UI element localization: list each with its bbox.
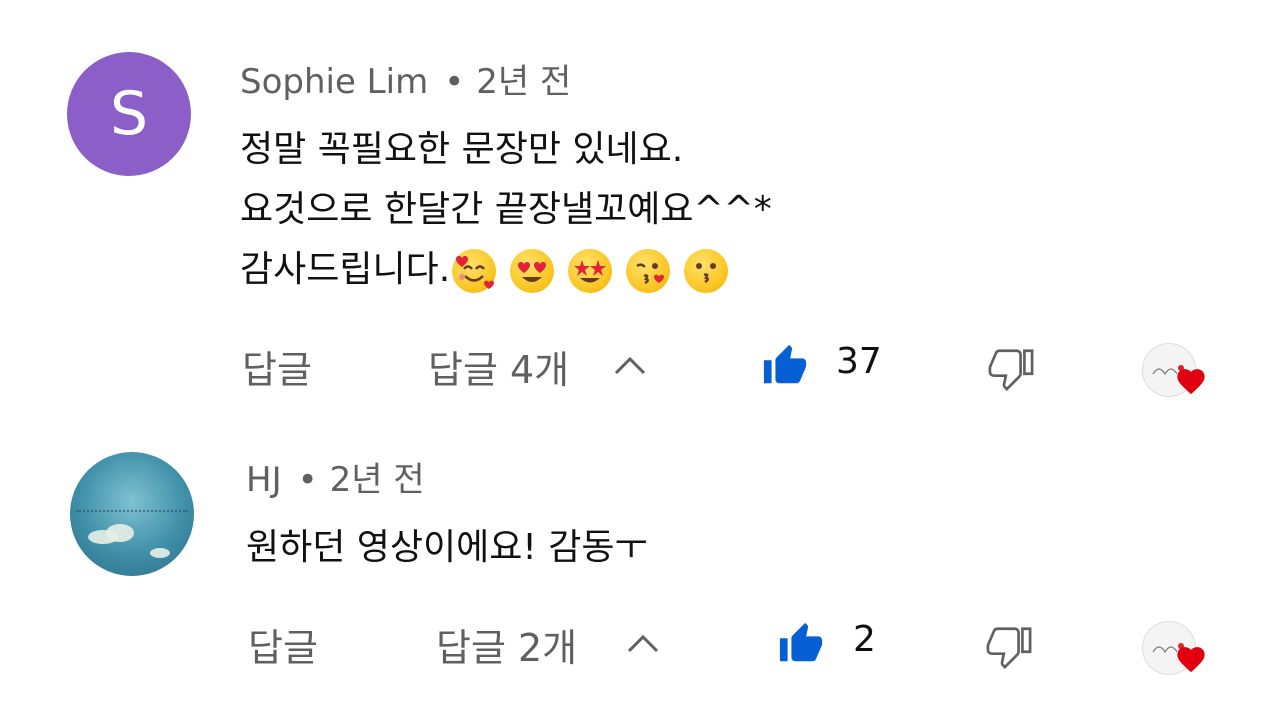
thumbs-down-icon[interactable] bbox=[988, 345, 1034, 395]
thumbs-up-icon[interactable] bbox=[762, 343, 808, 393]
timestamp[interactable]: 2년 전 bbox=[330, 460, 425, 500]
reply-button[interactable]: 답글 bbox=[242, 339, 312, 394]
like-count: 37 bbox=[836, 341, 882, 382]
separator-dot: • bbox=[297, 460, 318, 500]
comment-thread: S Sophie Lim • 2년 전 정말 꼭필요한 문장만 있네요. 요것으로 … bbox=[0, 0, 1280, 400]
author-name[interactable]: Sophie Lim bbox=[240, 62, 428, 102]
creator-heart-badge bbox=[1142, 617, 1210, 675]
heart-icon bbox=[1174, 365, 1208, 399]
comment-line: 정말 꼭필요한 문장만 있네요. bbox=[240, 129, 684, 170]
comment-text: 정말 꼭필요한 문장만 있네요. 요것으로 한달간 끝장낼꼬예요^^* 감사드립… bbox=[240, 120, 772, 300]
comment-header: Sophie Lim • 2년 전 bbox=[240, 54, 571, 103]
smiling-face-with-hearts-icon bbox=[452, 249, 497, 293]
comment-header: HJ • 2년 전 bbox=[246, 452, 425, 501]
chevron-up-icon[interactable] bbox=[625, 627, 661, 661]
separator-dot: • bbox=[444, 62, 465, 102]
comment-text: 원하던 영상이에요! 감동ㅜ bbox=[246, 518, 648, 578]
like-count: 2 bbox=[853, 619, 876, 660]
view-replies-button[interactable]: 답글 4개 bbox=[428, 339, 569, 394]
face-blowing-kiss-icon bbox=[626, 249, 671, 293]
comment-line-text: 감사드립니다. bbox=[240, 249, 451, 290]
emoji-row bbox=[452, 249, 729, 293]
creator-heart-badge bbox=[1142, 339, 1210, 397]
heart-eyes-icon bbox=[510, 249, 555, 293]
avatar[interactable]: S bbox=[67, 52, 191, 176]
comment-actions: 답글 답글 4개 37 bbox=[0, 335, 1280, 397]
avatar-letter: S bbox=[109, 79, 149, 149]
author-name[interactable]: HJ bbox=[246, 460, 282, 500]
timestamp[interactable]: 2년 전 bbox=[476, 62, 571, 102]
avatar-text-decoration bbox=[76, 510, 188, 522]
heart-icon bbox=[1174, 643, 1208, 677]
view-replies-button[interactable]: 답글 2개 bbox=[436, 617, 577, 672]
comment-line: 감사드립니다. bbox=[240, 240, 772, 300]
star-struck-icon bbox=[568, 249, 613, 293]
chevron-up-icon[interactable] bbox=[612, 349, 648, 383]
avatar[interactable] bbox=[70, 452, 194, 576]
kissing-face-icon bbox=[684, 249, 729, 293]
thumbs-down-icon[interactable] bbox=[986, 623, 1032, 673]
comment-line: 원하던 영상이에요! 감동ㅜ bbox=[246, 527, 648, 568]
cloud-shape bbox=[106, 524, 134, 542]
thumbs-up-icon[interactable] bbox=[778, 621, 824, 671]
comment-thread: HJ • 2년 전 원하던 영상이에요! 감동ㅜ 답글 답글 2개 2 bbox=[0, 420, 1280, 720]
reply-button[interactable]: 답글 bbox=[248, 617, 318, 672]
cloud-shape bbox=[150, 548, 170, 558]
comment-line: 요것으로 한달간 끝장낼꼬예요^^* bbox=[240, 189, 772, 230]
comment-actions: 답글 답글 2개 2 bbox=[0, 613, 1280, 675]
